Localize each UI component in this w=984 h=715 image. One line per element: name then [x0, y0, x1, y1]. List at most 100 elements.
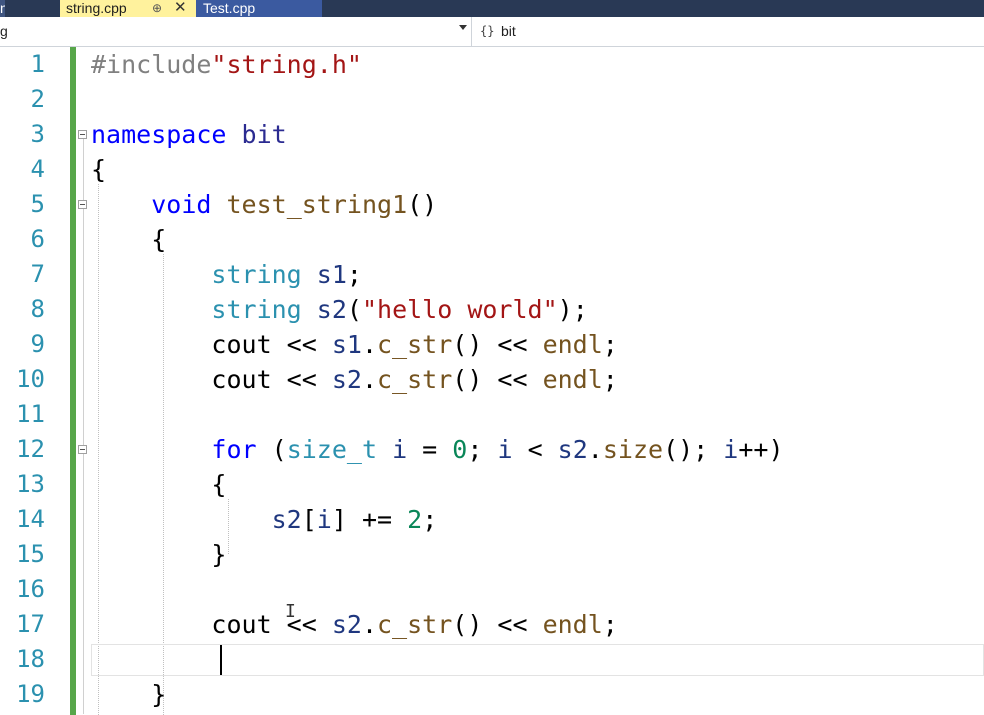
code-token: ; [602, 330, 618, 359]
namespace-icon: {} [480, 24, 495, 38]
code-token: 0 [452, 435, 468, 464]
code-editor[interactable]: I 1 2 3 4 5 6 7 8 9 10 11 12 13 14 15 16 17 18 19 #include"… [0, 47, 984, 715]
code-token: ; [602, 610, 618, 639]
fold-line [83, 139, 84, 714]
code-token: ; [467, 435, 498, 464]
collapse-namespace-icon[interactable] [78, 130, 87, 139]
line-number: 1 [30, 50, 45, 78]
scope-dropdown-left[interactable]: g [0, 17, 472, 46]
line-number: 11 [16, 400, 45, 428]
code-line[interactable]: } [91, 537, 226, 572]
code-token: endl [542, 330, 603, 359]
code-line[interactable]: cout << s2.c_str() << endl; [91, 607, 618, 642]
code-line[interactable]: #include"string.h" [91, 47, 362, 82]
code-line[interactable]: s2[i] += 2; [91, 502, 438, 537]
code-line[interactable]: } [91, 677, 166, 712]
code-token: . [587, 435, 603, 464]
code-token: i [497, 435, 513, 464]
code-token: 2 [407, 505, 423, 534]
code-token: ( [256, 435, 287, 464]
code-line[interactable]: for (size_t i = 0; i < s2.size(); i++) [91, 432, 784, 467]
code-line[interactable]: { [91, 222, 166, 257]
code-line[interactable]: void test_string1() [91, 187, 437, 222]
code-token: { [91, 155, 107, 184]
change-tracking-bar [70, 47, 76, 715]
code-token: ; [346, 260, 362, 289]
code-token: s1 [331, 330, 362, 359]
line-number: 12 [16, 435, 45, 463]
code-token: c_str [377, 330, 453, 359]
code-token: #include [91, 50, 212, 79]
line-number: 13 [16, 470, 45, 498]
line-number: 8 [30, 295, 45, 323]
code-line[interactable]: { [91, 467, 226, 502]
code-token: s2 [271, 505, 302, 534]
line-number: 2 [30, 85, 45, 113]
tab-string-cpp[interactable]: string.cpp ⊕ ✕ [60, 0, 196, 17]
scope-left-label: g [0, 23, 8, 39]
scope-dropdown-right[interactable]: {} bit [472, 17, 984, 46]
code-token: s2 [331, 365, 362, 394]
code-token: (); [663, 435, 724, 464]
document-tab-strip: n string.cpp ⊕ ✕ Test.cpp [0, 0, 984, 17]
code-token: = [407, 435, 453, 464]
chevron-down-icon[interactable] [459, 25, 467, 30]
code-token: size [602, 435, 664, 464]
code-token: } [91, 680, 167, 709]
close-icon[interactable]: ✕ [174, 0, 187, 16]
code-token: ); [557, 295, 588, 324]
tab-test-cpp[interactable]: Test.cpp [196, 0, 322, 17]
code-token: ] += [331, 505, 408, 534]
scope-right-label: bit [501, 23, 516, 39]
code-line[interactable]: cout << s2.c_str() << endl; [91, 362, 618, 397]
current-line-highlight [91, 644, 984, 676]
code-line[interactable]: namespace bit [91, 117, 287, 152]
line-number: 18 [16, 645, 45, 673]
line-number: 3 [30, 120, 45, 148]
code-line[interactable]: cout << s1.c_str() << endl; [91, 327, 618, 362]
text-caret [220, 645, 222, 675]
code-token: . [361, 365, 377, 394]
line-number: 16 [16, 575, 45, 603]
tab-label: string.cpp [66, 0, 127, 16]
line-number: 6 [30, 225, 45, 253]
code-token: { [91, 225, 167, 254]
code-token: i [316, 505, 332, 534]
code-token: [ [301, 505, 317, 534]
collapse-for-icon[interactable] [78, 445, 87, 454]
code-token: . [361, 610, 377, 639]
code-token: string [211, 260, 302, 289]
code-line[interactable]: { [91, 152, 106, 187]
code-token: ; [422, 505, 438, 534]
line-number: 10 [16, 365, 45, 393]
code-token: c_str [377, 610, 453, 639]
code-token: () << [452, 610, 543, 639]
tab-partial[interactable]: n [0, 0, 5, 17]
code-token: ++) [738, 435, 784, 464]
line-number: 15 [16, 540, 45, 568]
pin-icon[interactable]: ⊕ [152, 0, 162, 17]
code-token: i [392, 435, 408, 464]
code-token: "hello world" [361, 295, 558, 324]
code-token: ; [602, 365, 618, 394]
code-token: s2 [557, 435, 588, 464]
code-token: size_t [286, 435, 377, 464]
code-line[interactable]: string s1; [91, 257, 362, 292]
code-token: endl [542, 610, 603, 639]
code-token: i [723, 435, 739, 464]
code-token: () << [452, 365, 543, 394]
code-token: bit [226, 120, 287, 149]
code-token: "string.h" [211, 50, 362, 79]
collapse-function-icon[interactable] [78, 200, 87, 209]
code-line[interactable]: string s2("hello world"); [91, 292, 588, 327]
code-token: s1 [316, 260, 347, 289]
